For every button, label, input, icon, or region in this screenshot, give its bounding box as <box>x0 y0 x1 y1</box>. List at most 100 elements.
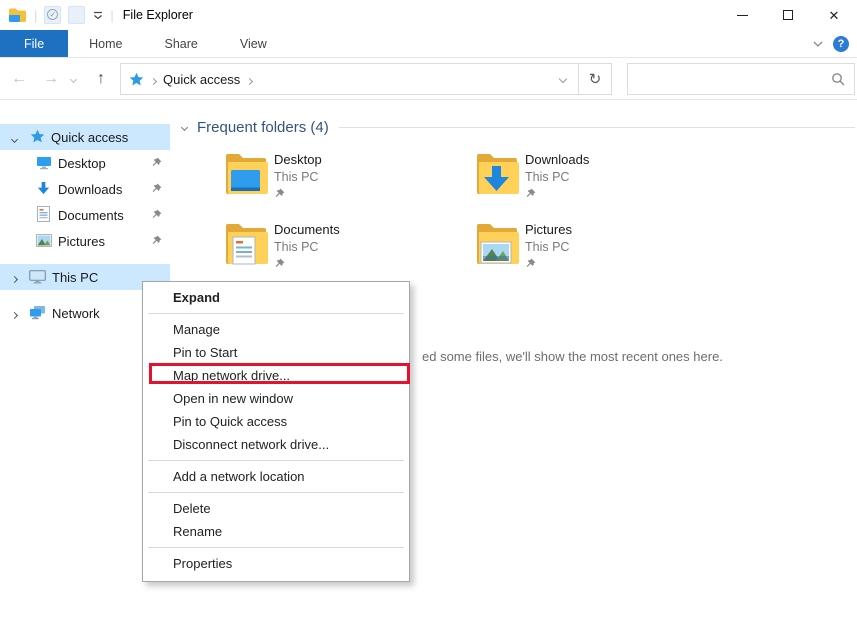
menu-item-map-network-drive[interactable]: Map network drive... <box>143 364 409 387</box>
tab-file[interactable]: File <box>0 30 68 57</box>
address-bar[interactable]: Quick access ↻ <box>120 63 612 95</box>
menu-separator <box>148 547 404 548</box>
tile-name: Desktop <box>274 152 322 167</box>
chevron-down-icon <box>181 123 188 130</box>
menu-item-delete[interactable]: Delete <box>143 497 409 520</box>
tile-location: This PC <box>525 170 569 184</box>
menu-item-manage[interactable]: Manage <box>143 318 409 341</box>
sidebar-item-label: Downloads <box>58 182 122 197</box>
refresh-button[interactable]: ↻ <box>579 70 611 88</box>
pin-icon <box>151 235 162 246</box>
quick-access-star-icon <box>30 129 47 144</box>
ribbon-collapse-chevron-icon[interactable] <box>813 39 823 49</box>
forward-arrow-icon: → <box>43 70 59 88</box>
breadcrumb-chevron-icon[interactable] <box>247 72 252 87</box>
window-controls: ✕ <box>719 0 857 30</box>
sidebar-item-label: Documents <box>58 208 124 223</box>
breadcrumb-chevron-icon <box>151 72 156 87</box>
context-menu: Expand Manage Pin to Start Map network d… <box>142 281 410 582</box>
breadcrumb-segment[interactable]: Quick access <box>163 72 240 87</box>
recent-locations-button[interactable] <box>64 58 82 100</box>
pin-icon <box>525 188 536 199</box>
back-button[interactable]: ← <box>4 58 34 100</box>
sidebar-item-label: Pictures <box>58 234 105 249</box>
folder-tile-desktop[interactable]: Desktop This PC <box>222 148 452 206</box>
tile-location: This PC <box>274 170 318 184</box>
maximize-icon <box>783 10 793 20</box>
up-arrow-icon: ↑ <box>97 70 105 88</box>
sidebar-item-label: Network <box>52 306 100 321</box>
minimize-icon <box>737 15 748 16</box>
pin-icon <box>151 209 162 220</box>
address-dropdown-button[interactable] <box>548 76 578 82</box>
menu-item-open-in-new-window[interactable]: Open in new window <box>143 387 409 410</box>
tile-name: Pictures <box>525 222 572 237</box>
search-input[interactable] <box>636 65 831 93</box>
sidebar-item-downloads[interactable]: Downloads <box>0 176 170 202</box>
file-explorer-window: | ✓ | File Explorer ✕ File Home Share Vi… <box>0 0 857 638</box>
menu-item-properties[interactable]: Properties <box>143 552 409 575</box>
sidebar-item-documents[interactable]: Documents <box>0 202 170 228</box>
network-icon <box>29 305 46 320</box>
frequent-folders-header[interactable]: Frequent folders (4) <box>182 116 857 138</box>
titlebar-separator: | <box>110 8 113 23</box>
sidebar-item-pictures[interactable]: Pictures <box>0 228 170 254</box>
menu-item-rename[interactable]: Rename <box>143 520 409 543</box>
folder-tile-documents[interactable]: Documents This PC <box>222 218 452 276</box>
this-pc-icon <box>29 270 46 285</box>
pin-icon <box>151 183 162 194</box>
qat-properties-button[interactable]: ✓ <box>44 6 61 24</box>
menu-item-pin-to-start[interactable]: Pin to Start <box>143 341 409 364</box>
desktop-folder-icon <box>222 148 270 202</box>
sidebar-item-label: This PC <box>52 270 98 285</box>
sidebar-item-quick-access[interactable]: Quick access <box>0 124 170 150</box>
tab-home[interactable]: Home <box>68 30 143 57</box>
search-box[interactable] <box>627 63 855 95</box>
chevron-collapsed-icon[interactable] <box>12 270 17 285</box>
downloads-icon <box>36 181 53 196</box>
menu-item-expand[interactable]: Expand <box>143 286 409 309</box>
menu-item-add-network-location[interactable]: Add a network location <box>143 465 409 488</box>
menu-separator <box>148 313 404 314</box>
navigation-toolbar: ← → ↑ Quick access ↻ <box>0 58 857 100</box>
menu-item-disconnect-network-drive[interactable]: Disconnect network drive... <box>143 433 409 456</box>
tab-share[interactable]: Share <box>144 30 219 57</box>
chevron-down-icon <box>559 75 567 83</box>
menu-separator <box>148 492 404 493</box>
folder-tile-downloads[interactable]: Downloads This PC <box>473 148 703 206</box>
sidebar-item-desktop[interactable]: Desktop <box>0 150 170 176</box>
check-icon: ✓ <box>47 9 58 20</box>
ribbon-tab-bar: File Home Share View ? <box>0 30 857 58</box>
titlebar: | ✓ | File Explorer ✕ <box>0 0 857 30</box>
tile-location: This PC <box>525 240 569 254</box>
titlebar-separator: | <box>34 8 37 23</box>
customize-quick-access-chevron-icon[interactable] <box>93 10 103 20</box>
folder-tile-pictures[interactable]: Pictures This PC <box>473 218 703 276</box>
forward-button[interactable]: → <box>36 58 66 100</box>
chevron-expanded-icon[interactable] <box>12 130 17 145</box>
pictures-icon <box>36 234 53 249</box>
pin-icon <box>151 157 162 168</box>
close-icon: ✕ <box>829 9 840 22</box>
recent-files-hint-text: ed some files, we'll show the most recen… <box>422 349 723 364</box>
back-arrow-icon: ← <box>11 70 27 88</box>
app-folder-icon <box>8 7 27 23</box>
pin-icon <box>525 258 536 269</box>
documents-icon <box>37 206 54 221</box>
close-button[interactable]: ✕ <box>811 0 857 30</box>
tab-view[interactable]: View <box>219 30 288 57</box>
refresh-icon: ↻ <box>589 70 602 88</box>
qat-new-item-button[interactable] <box>68 6 85 24</box>
chevron-down-icon <box>69 75 76 82</box>
help-button[interactable]: ? <box>833 36 849 52</box>
desktop-icon <box>36 156 53 171</box>
minimize-button[interactable] <box>719 0 765 30</box>
quick-access-star-icon <box>129 72 144 87</box>
maximize-button[interactable] <box>765 0 811 30</box>
window-title: File Explorer <box>123 8 193 22</box>
menu-item-pin-to-quick-access[interactable]: Pin to Quick access <box>143 410 409 433</box>
sidebar-item-label: Quick access <box>51 130 128 145</box>
up-button[interactable]: ↑ <box>86 58 116 100</box>
chevron-collapsed-icon[interactable] <box>12 306 17 321</box>
pin-icon <box>274 188 285 199</box>
